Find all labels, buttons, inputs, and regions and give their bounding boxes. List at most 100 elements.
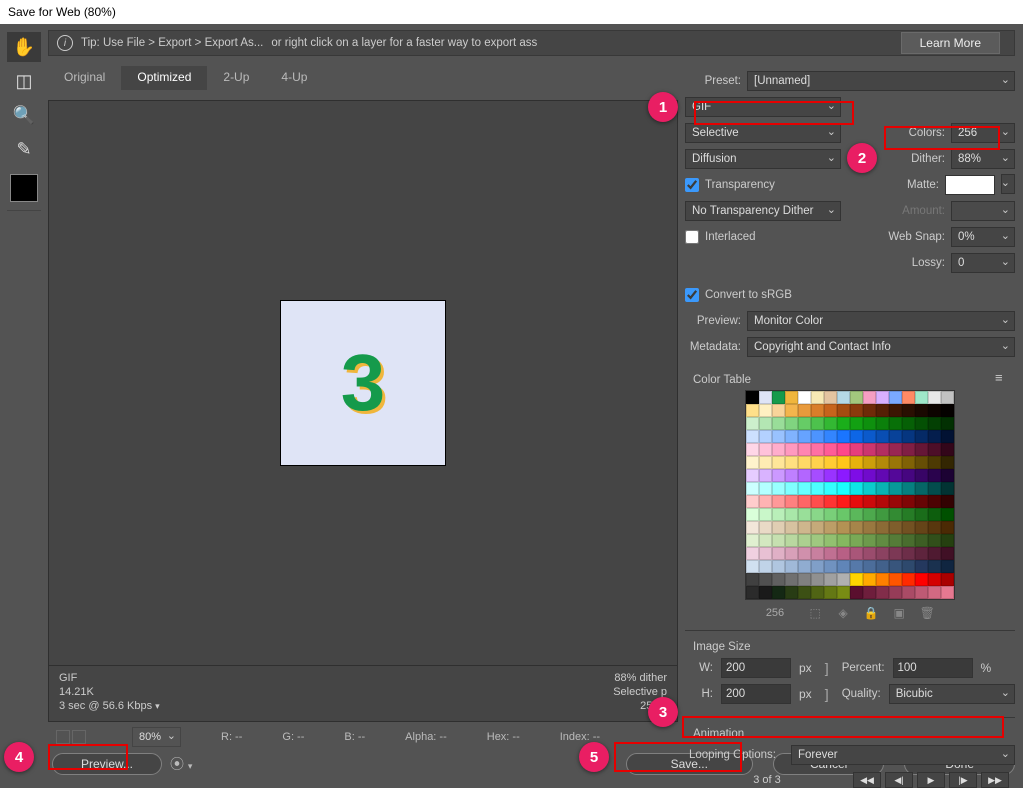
- preview-button[interactable]: Preview...: [52, 753, 162, 775]
- color-swatch[interactable]: [850, 586, 863, 599]
- color-swatch[interactable]: [759, 521, 772, 534]
- color-swatch[interactable]: [850, 560, 863, 573]
- color-swatch[interactable]: [798, 417, 811, 430]
- color-swatch[interactable]: [837, 521, 850, 534]
- color-swatch[interactable]: [876, 573, 889, 586]
- color-swatch[interactable]: [811, 586, 824, 599]
- color-swatch[interactable]: [863, 430, 876, 443]
- preset-select[interactable]: [Unnamed]: [747, 71, 1015, 91]
- color-swatch[interactable]: [785, 456, 798, 469]
- color-swatch[interactable]: [824, 456, 837, 469]
- color-swatch[interactable]: [798, 404, 811, 417]
- color-swatch[interactable]: [941, 404, 954, 417]
- color-swatch[interactable]: [889, 404, 902, 417]
- color-swatch[interactable]: [798, 443, 811, 456]
- color-swatch[interactable]: [850, 404, 863, 417]
- color-swatch[interactable]: [759, 417, 772, 430]
- color-swatch[interactable]: [746, 495, 759, 508]
- color-swatch[interactable]: [785, 586, 798, 599]
- color-swatch[interactable]: [902, 404, 915, 417]
- browser-preview-icon[interactable]: ⦿ ▾: [170, 754, 192, 774]
- color-swatch[interactable]: [837, 443, 850, 456]
- color-swatch[interactable]: [798, 560, 811, 573]
- color-swatch[interactable]: [863, 417, 876, 430]
- map-to-transparent-icon[interactable]: ⬚: [808, 606, 822, 620]
- color-swatch[interactable]: [746, 456, 759, 469]
- color-swatch[interactable]: [941, 443, 954, 456]
- color-swatch[interactable]: [889, 482, 902, 495]
- color-swatch[interactable]: [746, 521, 759, 534]
- color-swatch[interactable]: [902, 586, 915, 599]
- color-swatch[interactable]: [759, 456, 772, 469]
- color-swatch[interactable]: [915, 560, 928, 573]
- color-swatch[interactable]: [850, 469, 863, 482]
- color-swatch[interactable]: [824, 547, 837, 560]
- color-swatch[interactable]: [798, 534, 811, 547]
- color-swatch[interactable]: [785, 482, 798, 495]
- dither-method-select[interactable]: Diffusion: [685, 149, 841, 169]
- color-swatch[interactable]: [772, 508, 785, 521]
- interlaced-checkbox[interactable]: [685, 230, 699, 244]
- color-swatch[interactable]: [746, 573, 759, 586]
- color-swatch[interactable]: [876, 482, 889, 495]
- color-swatch[interactable]: [941, 508, 954, 521]
- color-swatch[interactable]: [915, 586, 928, 599]
- color-swatch[interactable]: [850, 456, 863, 469]
- color-swatch[interactable]: [928, 534, 941, 547]
- color-swatch[interactable]: [759, 534, 772, 547]
- color-swatch[interactable]: [863, 495, 876, 508]
- color-swatch[interactable]: [915, 417, 928, 430]
- color-swatch[interactable]: [902, 391, 915, 404]
- color-swatch[interactable]: [928, 547, 941, 560]
- color-swatch[interactable]: [759, 573, 772, 586]
- color-swatch[interactable]: [759, 586, 772, 599]
- color-swatch[interactable]: [876, 508, 889, 521]
- color-swatch[interactable]: [915, 404, 928, 417]
- color-swatch[interactable]: [889, 521, 902, 534]
- color-swatch[interactable]: [941, 547, 954, 560]
- color-table-menu-icon[interactable]: ≡: [995, 370, 1011, 384]
- color-swatch[interactable]: [902, 547, 915, 560]
- color-swatch[interactable]: [902, 443, 915, 456]
- color-swatch[interactable]: [772, 521, 785, 534]
- color-swatch[interactable]: [850, 495, 863, 508]
- color-swatch[interactable]: [811, 534, 824, 547]
- color-swatch[interactable]: [902, 521, 915, 534]
- color-swatch[interactable]: [889, 547, 902, 560]
- prev-frame-button[interactable]: ◀|: [885, 772, 913, 788]
- height-input[interactable]: [721, 684, 791, 704]
- color-swatch[interactable]: [928, 443, 941, 456]
- play-button[interactable]: ▶: [917, 772, 945, 788]
- color-swatch[interactable]: [785, 560, 798, 573]
- zoom-select[interactable]: 80%: [132, 727, 181, 747]
- color-swatch[interactable]: [902, 534, 915, 547]
- color-swatch[interactable]: [746, 560, 759, 573]
- tab-4up[interactable]: 4-Up: [265, 66, 323, 90]
- color-swatch[interactable]: [876, 456, 889, 469]
- color-swatch[interactable]: [941, 534, 954, 547]
- color-swatch[interactable]: [876, 560, 889, 573]
- color-swatch[interactable]: [759, 547, 772, 560]
- color-swatch[interactable]: [915, 508, 928, 521]
- color-swatch[interactable]: [863, 508, 876, 521]
- color-swatch[interactable]: [863, 573, 876, 586]
- color-swatch[interactable]: [902, 469, 915, 482]
- matte-chevron-icon[interactable]: [1001, 174, 1015, 194]
- color-swatch[interactable]: [889, 443, 902, 456]
- color-swatch[interactable]: [876, 430, 889, 443]
- color-swatch[interactable]: [915, 573, 928, 586]
- transparency-checkbox[interactable]: [685, 178, 699, 192]
- slice-tool-icon[interactable]: ◫: [7, 66, 41, 96]
- color-swatch[interactable]: [824, 482, 837, 495]
- color-swatch[interactable]: [785, 508, 798, 521]
- color-swatch[interactable]: [928, 430, 941, 443]
- new-color-icon[interactable]: ▣: [892, 606, 906, 620]
- color-swatch[interactable]: [811, 482, 824, 495]
- color-swatch[interactable]: [863, 521, 876, 534]
- color-swatch[interactable]: [824, 417, 837, 430]
- color-swatch[interactable]: [798, 469, 811, 482]
- color-swatch[interactable]: [902, 560, 915, 573]
- lock-color-icon[interactable]: 🔒: [864, 606, 878, 620]
- color-swatch[interactable]: [759, 495, 772, 508]
- color-swatch[interactable]: [759, 560, 772, 573]
